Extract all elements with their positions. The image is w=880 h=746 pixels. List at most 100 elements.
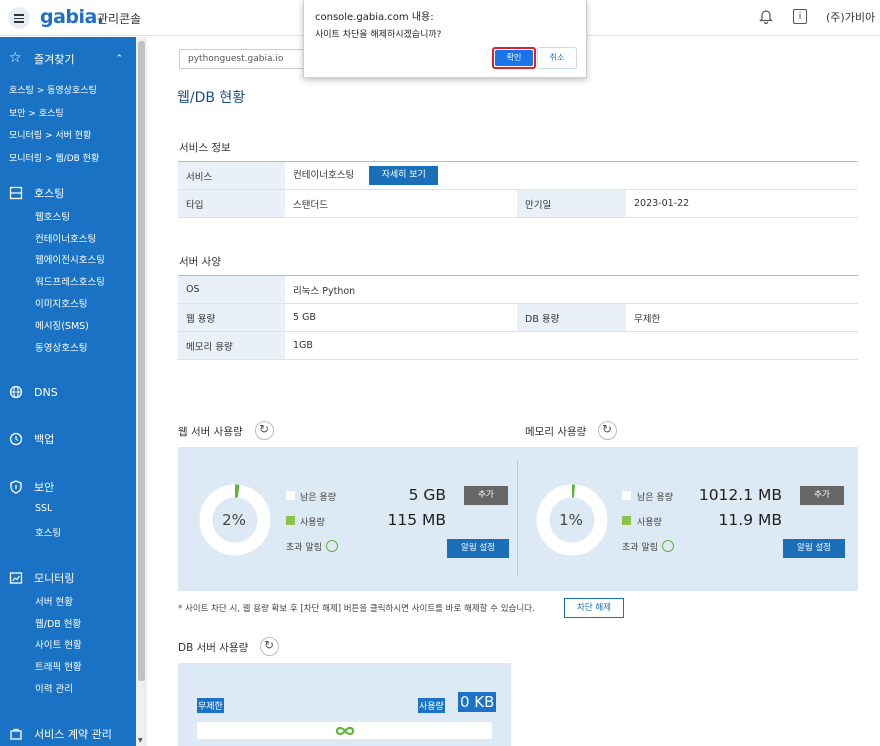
scroll-down-arrow-icon[interactable]: ▼ <box>138 737 143 744</box>
fav-link[interactable]: 모니터링 > 서버 현황 <box>9 128 91 141</box>
sidebar-hosting[interactable]: 호스팅 <box>0 181 136 205</box>
memory-used-value: 11.9 MB <box>718 511 782 529</box>
remain-label: 남은 용량 <box>637 493 673 503</box>
alert-message: 사이트 차단을 해제하시겠습니까? <box>315 30 442 40</box>
refresh-icon[interactable] <box>260 637 279 656</box>
scrollbar-thumb[interactable] <box>138 41 145 681</box>
sidebar-item[interactable]: 이력 관리 <box>35 681 73 695</box>
db-unlimited-label: 무제한 <box>197 698 224 713</box>
fav-link[interactable]: 보안 > 호스팅 <box>9 106 64 119</box>
refresh-icon[interactable] <box>255 421 274 440</box>
menu-icon[interactable] <box>8 7 30 29</box>
alert-dialog: console.gabia.com 내용: 사이트 차단을 해제하시겠습니까? … <box>303 0 587 78</box>
sidebar-item[interactable]: 웹호스팅 <box>35 209 70 223</box>
used-legend-swatch <box>286 516 295 525</box>
fav-link[interactable]: 호스팅 > 동영상호스팅 <box>9 83 97 96</box>
sidebar-item[interactable]: 워드프레스호스팅 <box>35 274 105 288</box>
sidebar-backup[interactable]: 백업 <box>0 427 136 451</box>
db-used-value: 0 KB <box>458 692 497 712</box>
server-spec-table: OS 리눅스 Python 웹 용량 5 GB DB 용량 무제한 메모리 용량… <box>178 275 858 360</box>
web-capacity-value: 5 GB <box>285 303 517 332</box>
alarm-label: 초과 알림 <box>622 543 658 553</box>
usage-divider <box>517 460 518 577</box>
memory-usage-percent: 1% <box>559 511 583 529</box>
sidebar-item[interactable]: 호스팅 <box>35 525 61 539</box>
block-notice: * 사이트 차단 시, 웹 용량 확보 후 [차단 해제] 버튼을 클릭하시면 … <box>178 604 535 614</box>
star-icon: ☆ <box>9 50 22 66</box>
sidebar-scrollbar[interactable]: ▼ <box>136 37 147 746</box>
page-title: 웹/DB 현황 <box>177 90 246 106</box>
sidebar: ☆ 즐겨찾기 ⌃ 호스팅 > 동영상호스팅 보안 > 호스팅 모니터링 > 서버… <box>0 37 136 746</box>
sidebar-item[interactable]: 사이트 현황 <box>35 637 82 651</box>
bell-icon[interactable] <box>759 8 773 24</box>
alarm-ok-icon <box>662 540 674 552</box>
company-menu[interactable]: (주)가비아 ⌄ <box>826 9 880 25</box>
web-usage-percent: 2% <box>222 511 246 529</box>
main-content: pythonguest.gabia.io 웹/DB 현황 서비스 정보 서비스 … <box>148 37 880 746</box>
used-label: 사용량 <box>300 518 325 528</box>
unblock-button[interactable]: 차단 해제 <box>564 598 624 618</box>
sidebar-item[interactable]: 메시징(SMS) <box>35 318 89 332</box>
gabia-logo[interactable]: gabia. <box>40 6 104 28</box>
type-value: 스탠더드 <box>285 189 517 218</box>
service-value: 컨테이너호스팅 <box>293 170 355 181</box>
db-capacity-value: 무제한 <box>626 303 858 332</box>
sidebar-item[interactable]: SSL <box>35 503 52 514</box>
sidebar-favorites[interactable]: ☆ 즐겨찾기 ⌃ <box>0 47 136 71</box>
refresh-icon[interactable] <box>598 421 617 440</box>
detail-button[interactable]: 자세히 보기 <box>369 166 439 185</box>
os-value: 리눅스 Python <box>285 275 858 304</box>
alarm-label: 초과 알림 <box>286 543 322 553</box>
sidebar-monitoring[interactable]: 모니터링 <box>0 566 136 590</box>
service-info-table: 서비스 컨테이너호스팅 자세히 보기 타입 스탠더드 만기일 2023-01-2… <box>178 161 858 218</box>
sidebar-item[interactable]: 서버 현황 <box>35 594 73 608</box>
contract-icon <box>10 728 22 740</box>
chevron-up-icon: ⌃ <box>115 54 123 64</box>
web-capacity-label: 웹 용량 <box>178 303 285 332</box>
domain-select[interactable]: pythonguest.gabia.io <box>179 49 309 69</box>
remain-legend-swatch <box>286 491 295 500</box>
service-value-cell: 컨테이너호스팅 자세히 보기 <box>285 161 858 190</box>
sidebar-item[interactable]: 트래픽 현황 <box>35 659 82 673</box>
web-alarm-button[interactable]: 알림 설정 <box>447 539 509 558</box>
sidebar-item[interactable]: 웹/DB 현황 <box>35 616 81 630</box>
web-remain-value: 5 GB <box>408 486 446 504</box>
server-spec-title: 서버 사양 <box>179 256 221 268</box>
server-icon <box>9 186 23 200</box>
sidebar-security[interactable]: 보안 <box>0 475 136 499</box>
sidebar-item[interactable]: 컨테이너호스팅 <box>35 231 96 245</box>
expire-label: 만기일 <box>517 189 626 218</box>
console-label: 관리콘솔 <box>97 12 142 26</box>
expire-value: 2023-01-22 <box>626 189 858 218</box>
sidebar-item[interactable]: 동영상호스팅 <box>35 340 87 354</box>
sidebar-item[interactable]: 이미지호스팅 <box>35 296 87 310</box>
db-usage-bar <box>197 722 492 739</box>
globe-icon <box>9 385 23 399</box>
remain-legend-swatch <box>622 491 631 500</box>
web-usage-title: 웹 서버 사용량 <box>178 426 243 438</box>
fav-link[interactable]: 모니터링 > 웹/DB 현황 <box>9 151 99 164</box>
alert-cancel-button[interactable]: 취소 <box>537 47 577 69</box>
sidebar-contract[interactable]: 서비스 계약 관리 <box>0 722 136 746</box>
memory-capacity-value: 1GB <box>285 331 858 360</box>
db-capacity-label: DB 용량 <box>517 303 626 332</box>
info-icon[interactable]: i <box>793 9 807 24</box>
web-add-button[interactable]: 추가 <box>464 486 508 505</box>
db-usage-title: DB 서버 사용량 <box>178 642 249 654</box>
sidebar-item[interactable]: 웹에이전시호스팅 <box>35 252 105 266</box>
used-label: 사용량 <box>637 518 662 528</box>
sidebar-dns[interactable]: DNS <box>0 380 136 404</box>
shield-icon <box>10 480 22 494</box>
memory-add-button[interactable]: 추가 <box>800 486 844 505</box>
memory-remain-value: 1012.1 MB <box>698 486 782 504</box>
backup-clock-icon <box>9 432 23 446</box>
web-used-value: 115 MB <box>387 511 446 529</box>
remain-label: 남은 용량 <box>300 493 336 503</box>
infinity-icon <box>335 726 355 736</box>
used-legend-swatch <box>622 516 631 525</box>
service-label: 서비스 <box>178 161 285 190</box>
os-label: OS <box>178 275 285 304</box>
alert-ok-button[interactable]: 확인 <box>492 47 536 69</box>
memory-alarm-button[interactable]: 알림 설정 <box>783 539 845 558</box>
alert-title: console.gabia.com 내용: <box>315 12 434 23</box>
